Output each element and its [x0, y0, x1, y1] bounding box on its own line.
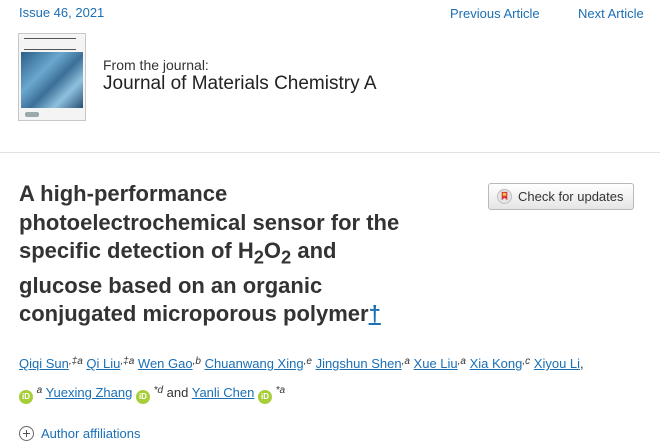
author-marks: ,a [401, 356, 410, 367]
title-line-5: conjugated microporous polymer [19, 301, 369, 327]
orcid-icon[interactable]: iD [135, 390, 150, 404]
author-marks: ,e [303, 356, 312, 367]
author-link[interactable]: Xue Liu [414, 356, 458, 371]
title-line-1: A high-performance [19, 181, 228, 206]
from-journal-label: From the journal: [103, 57, 209, 73]
header-divider [0, 152, 660, 153]
author-link[interactable]: Jingshun Shen [316, 356, 402, 371]
title-h-part: specific detection of H [19, 238, 254, 263]
title-line-2: photoelectrochemical sensor for the [19, 209, 400, 235]
author-link[interactable]: Yuexing Zhang [46, 385, 133, 400]
author-link[interactable]: Xia Kong [470, 356, 523, 371]
article-nav-bar: Issue 46, 2021 Previous Article Next Art… [0, 0, 660, 28]
issue-link[interactable]: Issue 46, 2021 [19, 5, 104, 20]
title-line-4: glucose based on an organic [19, 272, 323, 298]
cover-artwork [21, 52, 83, 108]
article-title: A high-performance photoelectrochemical s… [19, 180, 464, 329]
author-list: Qiqi Sun,‡a Qi Liu,‡a Wen Gao,b Chuanwan… [19, 348, 644, 406]
author-link[interactable]: Xiyou Li [534, 356, 580, 371]
title-and-part: and [291, 238, 337, 263]
check-for-updates-label: Check for updates [518, 189, 624, 204]
author-marks: *d [153, 385, 164, 396]
next-article-link[interactable]: Next Article [578, 6, 644, 21]
check-for-updates-button[interactable]: Check for updates [488, 183, 634, 210]
author-link[interactable]: Qiqi Sun [19, 356, 69, 371]
orcid-icon[interactable]: iD [19, 390, 33, 404]
author-affiliations-label: Author affiliations [41, 426, 141, 441]
subscript-2: 2 [253, 246, 264, 268]
journal-name-link[interactable]: Journal of Materials Chemistry A [103, 73, 377, 95]
journal-cover-image[interactable] [18, 33, 86, 121]
subscript-2b: 2 [281, 246, 292, 268]
author-affiliations-toggle[interactable]: Author affiliations [19, 426, 141, 441]
title-o-part: O [263, 238, 282, 263]
author-marks: *a [275, 385, 286, 396]
author-marks: ,b [192, 356, 201, 367]
crossmark-icon [497, 189, 512, 204]
author-marks: a [36, 385, 43, 396]
author-link[interactable]: Yanli Chen [192, 385, 255, 400]
previous-article-link[interactable]: Previous Article [450, 6, 540, 21]
author-marks: ,a [457, 356, 466, 367]
author-marks: ,‡a [120, 356, 135, 367]
author-separator: , [580, 356, 584, 371]
author-and: and [166, 385, 189, 400]
author-link[interactable]: Qi Liu [86, 356, 120, 371]
esi-dagger-link[interactable]: † [369, 301, 381, 326]
author-marks: ,‡a [68, 356, 83, 367]
cover-title-band [24, 38, 76, 50]
plus-circle-icon [19, 426, 34, 441]
title-line-3: specific detection of H2O2 and [19, 238, 337, 267]
author-link[interactable]: Chuanwang Xing [205, 356, 304, 371]
author-link[interactable]: Wen Gao [138, 356, 193, 371]
cover-publisher-logo [25, 112, 39, 117]
author-marks: ,c [522, 356, 531, 367]
orcid-icon[interactable]: iD [258, 390, 272, 404]
